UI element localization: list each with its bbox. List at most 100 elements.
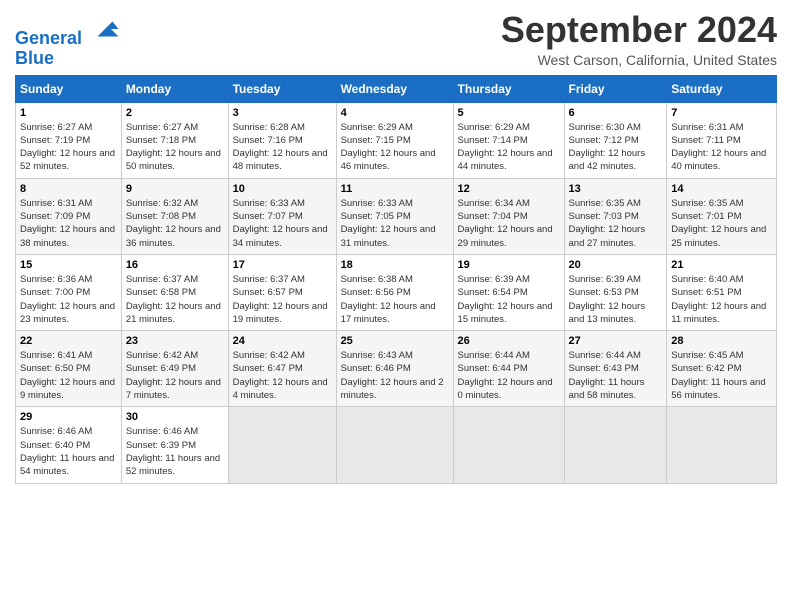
day-number: 25 (341, 335, 449, 347)
col-header-monday: Monday (121, 75, 228, 102)
calendar-cell: 18 Sunrise: 6:38 AMSunset: 6:56 PMDayligh… (336, 254, 453, 330)
day-detail: Sunrise: 6:46 AMSunset: 6:40 PMDaylight:… (20, 425, 117, 478)
calendar-cell (564, 407, 667, 483)
day-detail: Sunrise: 6:45 AMSunset: 6:42 PMDaylight:… (671, 349, 772, 402)
day-number: 4 (341, 107, 449, 119)
calendar-cell: 15 Sunrise: 6:36 AMSunset: 7:00 PMDayligh… (16, 254, 122, 330)
col-header-friday: Friday (564, 75, 667, 102)
day-number: 24 (233, 335, 332, 347)
day-number: 1 (20, 107, 117, 119)
calendar-cell: 22Sunrise: 6:41 AMSunset: 6:50 PMDayligh… (16, 331, 122, 407)
calendar-cell: 23 Sunrise: 6:42 AMSunset: 6:49 PMDayligh… (121, 331, 228, 407)
day-number: 26 (458, 335, 560, 347)
day-number: 3 (233, 107, 332, 119)
title-block: September 2024 West Carson, California, … (501, 10, 777, 68)
day-number: 18 (341, 259, 449, 271)
day-detail: Sunrise: 6:44 AMSunset: 6:44 PMDaylight:… (458, 349, 560, 402)
col-header-wednesday: Wednesday (336, 75, 453, 102)
col-header-sunday: Sunday (16, 75, 122, 102)
day-number: 19 (458, 259, 560, 271)
day-number: 20 (569, 259, 663, 271)
calendar-cell: 7 Sunrise: 6:31 AMSunset: 7:11 PMDaylight… (667, 102, 777, 178)
week-row-2: 8Sunrise: 6:31 AMSunset: 7:09 PMDaylight… (16, 178, 777, 254)
calendar-cell: 12 Sunrise: 6:34 AMSunset: 7:04 PMDayligh… (453, 178, 564, 254)
calendar-cell: 14 Sunrise: 6:35 AMSunset: 7:01 PMDayligh… (667, 178, 777, 254)
day-detail: Sunrise: 6:38 AMSunset: 6:56 PMDaylight:… (341, 273, 449, 326)
calendar-cell: 20Sunrise: 6:39 AMSunset: 6:53 PMDayligh… (564, 254, 667, 330)
calendar-cell: 30 Sunrise: 6:46 AMSunset: 6:39 PMDayligh… (121, 407, 228, 483)
calendar-cell: 4 Sunrise: 6:29 AMSunset: 7:15 PMDaylight… (336, 102, 453, 178)
calendar-cell (228, 407, 336, 483)
calendar-cell (336, 407, 453, 483)
day-detail: Sunrise: 6:34 AMSunset: 7:04 PMDaylight:… (458, 197, 560, 250)
calendar-cell: 26 Sunrise: 6:44 AMSunset: 6:44 PMDayligh… (453, 331, 564, 407)
col-header-thursday: Thursday (453, 75, 564, 102)
day-detail: Sunrise: 6:31 AMSunset: 7:09 PMDaylight:… (20, 197, 117, 250)
calendar-cell: 28 Sunrise: 6:45 AMSunset: 6:42 PMDayligh… (667, 331, 777, 407)
day-detail: Sunrise: 6:32 AMSunset: 7:08 PMDaylight:… (126, 197, 224, 250)
calendar-cell: 8Sunrise: 6:31 AMSunset: 7:09 PMDaylight… (16, 178, 122, 254)
week-row-4: 22Sunrise: 6:41 AMSunset: 6:50 PMDayligh… (16, 331, 777, 407)
day-number: 7 (671, 107, 772, 119)
day-number: 17 (233, 259, 332, 271)
calendar-cell: 29 Sunrise: 6:46 AMSunset: 6:40 PMDayligh… (16, 407, 122, 483)
calendar-cell: 5 Sunrise: 6:29 AMSunset: 7:14 PMDaylight… (453, 102, 564, 178)
calendar-cell: 6 Sunrise: 6:30 AMSunset: 7:12 PMDaylight… (564, 102, 667, 178)
day-number: 2 (126, 107, 224, 119)
calendar-cell: 25Sunrise: 6:43 AMSunset: 6:46 PMDayligh… (336, 331, 453, 407)
calendar-cell: 17 Sunrise: 6:37 AMSunset: 6:57 PMDayligh… (228, 254, 336, 330)
day-number: 13 (569, 183, 663, 195)
week-row-3: 15 Sunrise: 6:36 AMSunset: 7:00 PMDayligh… (16, 254, 777, 330)
day-detail: Sunrise: 6:29 AMSunset: 7:14 PMDaylight:… (458, 121, 560, 174)
day-number: 9 (126, 183, 224, 195)
day-detail: Sunrise: 6:37 AMSunset: 6:57 PMDaylight:… (233, 273, 332, 326)
calendar-cell: 2 Sunrise: 6:27 AMSunset: 7:18 PMDaylight… (121, 102, 228, 178)
day-detail: Sunrise: 6:30 AMSunset: 7:12 PMDaylight:… (569, 121, 663, 174)
day-number: 29 (20, 411, 117, 423)
day-detail: Sunrise: 6:40 AMSunset: 6:51 PMDaylight:… (671, 273, 772, 326)
day-detail: Sunrise: 6:35 AMSunset: 7:03 PMDaylight:… (569, 197, 663, 250)
calendar-cell: 21Sunrise: 6:40 AMSunset: 6:51 PMDayligh… (667, 254, 777, 330)
day-detail: Sunrise: 6:29 AMSunset: 7:15 PMDaylight:… (341, 121, 449, 174)
day-number: 6 (569, 107, 663, 119)
day-number: 16 (126, 259, 224, 271)
day-detail: Sunrise: 6:36 AMSunset: 7:00 PMDaylight:… (20, 273, 117, 326)
day-detail: Sunrise: 6:42 AMSunset: 6:49 PMDaylight:… (126, 349, 224, 402)
calendar-cell (453, 407, 564, 483)
day-detail: Sunrise: 6:42 AMSunset: 6:47 PMDaylight:… (233, 349, 332, 402)
main-title: September 2024 (501, 10, 777, 50)
day-detail: Sunrise: 6:35 AMSunset: 7:01 PMDaylight:… (671, 197, 772, 250)
day-detail: Sunrise: 6:41 AMSunset: 6:50 PMDaylight:… (20, 349, 117, 402)
page-header: General Blue September 2024 West Carson,… (15, 10, 777, 69)
day-number: 15 (20, 259, 117, 271)
calendar-cell: 27Sunrise: 6:44 AMSunset: 6:43 PMDayligh… (564, 331, 667, 407)
logo: General Blue (15, 14, 120, 69)
logo-icon (90, 14, 120, 44)
day-number: 30 (126, 411, 224, 423)
day-detail: Sunrise: 6:37 AMSunset: 6:58 PMDaylight:… (126, 273, 224, 326)
day-number: 10 (233, 183, 332, 195)
day-number: 28 (671, 335, 772, 347)
day-number: 12 (458, 183, 560, 195)
day-detail: Sunrise: 6:46 AMSunset: 6:39 PMDaylight:… (126, 425, 224, 478)
col-header-tuesday: Tuesday (228, 75, 336, 102)
day-number: 5 (458, 107, 560, 119)
day-detail: Sunrise: 6:27 AMSunset: 7:18 PMDaylight:… (126, 121, 224, 174)
week-row-1: 1 Sunrise: 6:27 AMSunset: 7:19 PMDaylight… (16, 102, 777, 178)
day-number: 23 (126, 335, 224, 347)
day-detail: Sunrise: 6:31 AMSunset: 7:11 PMDaylight:… (671, 121, 772, 174)
calendar-cell: 11Sunrise: 6:33 AMSunset: 7:05 PMDayligh… (336, 178, 453, 254)
calendar-cell: 3Sunrise: 6:28 AMSunset: 7:16 PMDaylight… (228, 102, 336, 178)
header-row: SundayMondayTuesdayWednesdayThursdayFrid… (16, 75, 777, 102)
day-number: 14 (671, 183, 772, 195)
day-detail: Sunrise: 6:27 AMSunset: 7:19 PMDaylight:… (20, 121, 117, 174)
subtitle: West Carson, California, United States (501, 52, 777, 68)
calendar-cell (667, 407, 777, 483)
calendar-cell: 24 Sunrise: 6:42 AMSunset: 6:47 PMDayligh… (228, 331, 336, 407)
day-detail: Sunrise: 6:44 AMSunset: 6:43 PMDaylight:… (569, 349, 663, 402)
calendar-cell: 10Sunrise: 6:33 AMSunset: 7:07 PMDayligh… (228, 178, 336, 254)
calendar-cell: 9 Sunrise: 6:32 AMSunset: 7:08 PMDaylight… (121, 178, 228, 254)
calendar-cell: 13 Sunrise: 6:35 AMSunset: 7:03 PMDayligh… (564, 178, 667, 254)
day-detail: Sunrise: 6:39 AMSunset: 6:54 PMDaylight:… (458, 273, 560, 326)
col-header-saturday: Saturday (667, 75, 777, 102)
